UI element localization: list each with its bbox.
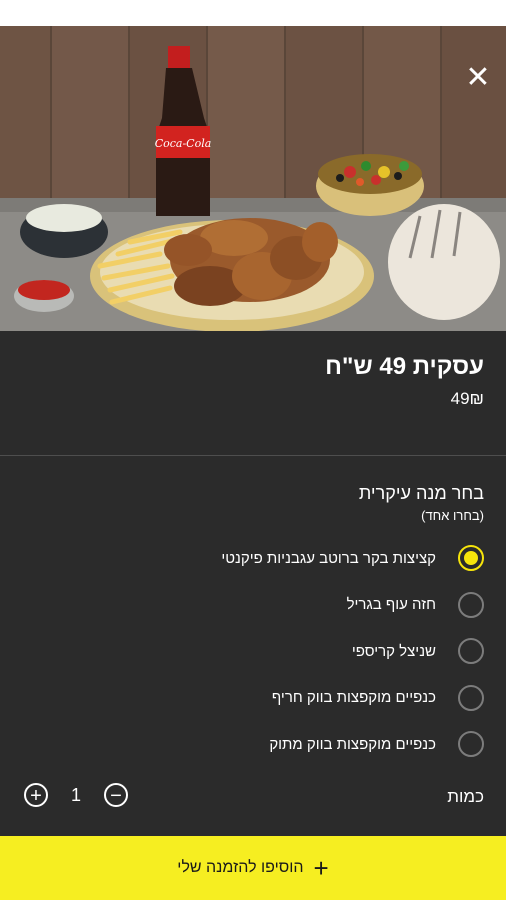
plus-icon: + <box>313 853 329 883</box>
radio-icon[interactable] <box>458 591 484 618</box>
bottle-label: Coca-Cola <box>155 137 212 150</box>
close-button[interactable]: ✕ <box>464 63 492 93</box>
radio-icon[interactable] <box>458 684 484 711</box>
option-label: שניצל קריספי <box>351 642 436 660</box>
radio-icon[interactable] <box>458 731 484 758</box>
add-to-order-label: הוסיפו להזמנה שלי <box>177 859 304 876</box>
deal-sheet: עסקית 49 ש"ח 49₪ בחר מנה עיקרית (בחרו אח… <box>0 331 506 900</box>
deal-price: 49₪ <box>450 389 484 408</box>
option-label: חזה עוף בגריל <box>346 596 436 614</box>
main-dish-option[interactable]: חזה עוף בגריל <box>0 582 506 629</box>
quantity-label: כמות <box>447 787 484 806</box>
option-group-title: בחר מנה עיקרית <box>358 483 484 503</box>
radio-icon[interactable] <box>458 638 484 665</box>
main-dish-option[interactable]: קציצות בקר ברוטב עגבניות פיקנטי <box>0 535 506 582</box>
radio-selected-icon[interactable] <box>458 545 484 572</box>
deal-title: עסקית 49 ש"ח <box>325 353 484 380</box>
quantity-value: 1 <box>70 785 81 805</box>
divider <box>0 455 506 456</box>
main-dish-option[interactable]: כנפיים מוקפצות בווק מתוק <box>0 721 506 768</box>
add-to-order-button[interactable]: + הוסיפו להזמנה שלי <box>0 836 506 900</box>
minus-icon[interactable]: − <box>104 783 128 807</box>
hero-image: Coca-Cola <box>0 26 506 331</box>
food-photo: Coca-Cola <box>0 26 506 331</box>
quantity-stepper: + 1 − <box>24 783 132 811</box>
status-bar <box>0 0 506 26</box>
option-group-hint: (בחרו אחד) <box>421 508 484 523</box>
option-label: כנפיים מוקפצות בווק חריף <box>271 689 436 707</box>
main-dish-options: קציצות בקר ברוטב עגבניות פיקנטי חזה עוף … <box>0 535 506 768</box>
main-dish-option[interactable]: שניצל קריספי <box>0 628 506 675</box>
option-label: קציצות בקר ברוטב עגבניות פיקנטי <box>221 549 436 567</box>
main-dish-option[interactable]: כנפיים מוקפצות בווק חריף <box>0 675 506 722</box>
plus-icon[interactable]: + <box>24 783 48 807</box>
option-label: כנפיים מוקפצות בווק מתוק <box>269 735 436 753</box>
